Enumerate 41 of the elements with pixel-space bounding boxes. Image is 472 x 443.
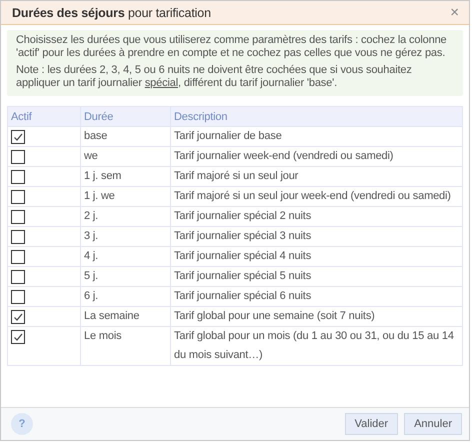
table-cell: Tarif global pour une semaine (soit 7 nuits) [170, 306, 462, 326]
table-cell: 2 j. [80, 206, 170, 226]
note-text: Note : les durées 2, 3, 4, 5 ou 6 nuits ne doivent être cochées que si vous souhaitez appliquer un tarif journalier spécial, différent du tarif journalier 'base'. [16, 64, 413, 90]
table-cell: Le mois [80, 326, 170, 366]
table-cell: 6 j. [80, 286, 170, 306]
dialog-button[interactable]: Annuler [404, 413, 462, 435]
checkbox[interactable] [11, 130, 25, 144]
checkbox[interactable] [11, 230, 25, 244]
table-cell: 3 j. [80, 226, 170, 246]
checkbox[interactable] [11, 330, 25, 344]
checkbox[interactable] [11, 270, 25, 284]
table-cell: base [80, 126, 170, 146]
table-cell: Tarif journalier spécial 5 nuits [170, 266, 462, 286]
checkbox[interactable] [11, 190, 25, 204]
table-cell: Tarif journalier spécial 4 nuits [170, 246, 462, 266]
checkbox[interactable] [11, 310, 25, 324]
table-cell: Tarif journalier spécial 2 nuits [170, 206, 462, 226]
table-cell: Tarif journalier de base [170, 126, 462, 146]
checkbox[interactable] [11, 210, 25, 224]
table-cell: Tarif journalier spécial 6 nuits [170, 286, 462, 306]
checkbox[interactable] [11, 150, 25, 164]
table-cell: Tarif majoré si un seul jour [170, 166, 462, 186]
table-cell: 1 j. sem [80, 166, 170, 186]
dialog-button[interactable]: Valider [344, 413, 398, 435]
table-cell: 4 j. [80, 246, 170, 266]
table-cell: Tarif journalier week-end (vendredi ou samedi) [170, 146, 462, 166]
table-cell: 1 j. we [80, 186, 170, 206]
checkbox[interactable] [11, 250, 25, 264]
checkbox[interactable] [11, 170, 25, 184]
table-cell: 5 j. [80, 266, 170, 286]
window-title: Durées des séjours pour tarification [12, 6, 211, 20]
table-cell: Tarif journalier spécial 3 nuits [170, 226, 462, 246]
instruction-text: Choisissez les durées que vous utiliserez comme paramètres des tarifs : cochez la colonne 'actif' pour les durées à prendre en compte et ne cochez pas celles que vous ne gérez pas. [16, 34, 448, 60]
checkbox[interactable] [11, 290, 25, 304]
column-header: Actif [8, 106, 80, 126]
column-header: Durée [80, 106, 170, 126]
table-cell: we [80, 146, 170, 166]
column-header: Description [170, 106, 462, 126]
table-cell: Tarif majoré si un seul jour week-end (vendredi ou samedi) [170, 186, 462, 206]
table-cell: La semaine [80, 306, 170, 326]
table-cell: Tarif global pour un mois (du 1 au 30 ou 31, ou du 15 au 14 du mois suivant…) [170, 326, 462, 366]
